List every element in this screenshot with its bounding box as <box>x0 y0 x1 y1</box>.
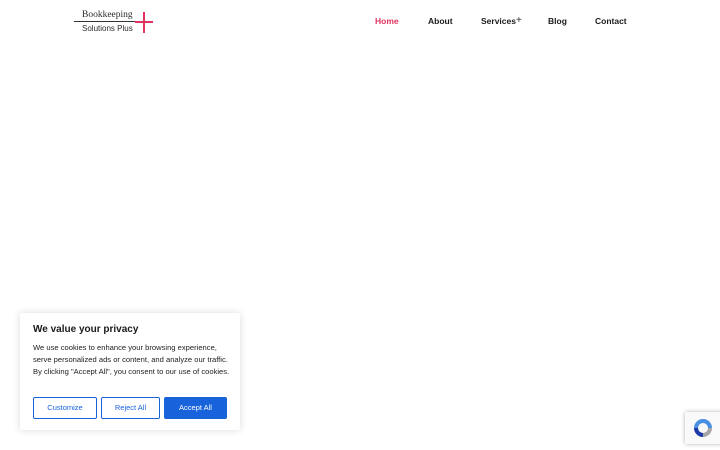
cookie-banner-title: We value your privacy <box>33 324 139 335</box>
accept-all-button[interactable]: Accept All <box>164 397 227 419</box>
reject-all-button[interactable]: Reject All <box>101 397 160 419</box>
logo-plus-icon-bar <box>135 21 153 23</box>
nav-item-home[interactable]: Home <box>375 16 399 26</box>
site-logo[interactable]: Bookkeeping Solutions Plus <box>74 10 154 36</box>
logo-text-line2: Solutions Plus <box>82 24 133 33</box>
nav-item-blog[interactable]: Blog <box>548 16 567 26</box>
cookie-consent-banner: We value your privacy We use cookies to … <box>20 313 240 430</box>
recaptcha-icon <box>694 419 712 437</box>
logo-text-line1: Bookkeeping <box>82 10 133 20</box>
nav-item-about[interactable]: About <box>428 16 453 26</box>
cookie-banner-text: We use cookies to enhance your browsing … <box>33 343 230 376</box>
recaptcha-badge[interactable] <box>685 412 720 444</box>
customize-button[interactable]: Customize <box>33 397 97 419</box>
services-submenu-plus-icon[interactable]: + <box>516 15 522 26</box>
nav-item-contact[interactable]: Contact <box>595 16 627 26</box>
site-header: Bookkeeping Solutions Plus Home About Se… <box>0 0 720 44</box>
nav-item-services[interactable]: Services <box>481 16 516 26</box>
